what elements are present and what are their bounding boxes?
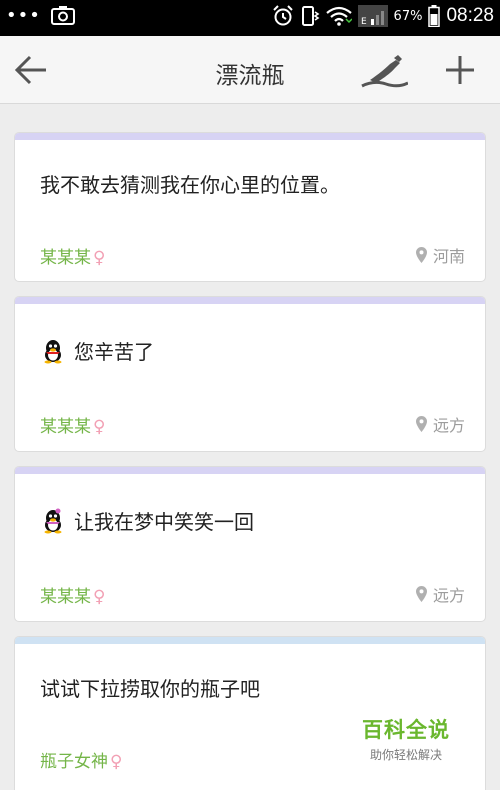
card-top-border (15, 297, 485, 304)
bottle-message-text: 我不敢去猜测我在你心里的位置。 (40, 173, 340, 197)
bottle-message-text: 让我在梦中笑笑一回 (74, 510, 254, 534)
network-type-label: E (361, 17, 367, 27)
bottle-card[interactable]: 试试下拉捞取你的瓶子吧 瓶子女神 ♀ (14, 636, 486, 790)
female-icon: ♀ (93, 417, 106, 437)
notification-dots: ••• (6, 5, 41, 26)
location-text: 远方 (432, 586, 465, 605)
alarm-icon (272, 5, 293, 26)
bottle-location: 远方 (415, 412, 465, 436)
bottle-sender[interactable]: 某某某 ♀ (40, 582, 105, 607)
status-bar: ••• E 67% 08:28 (0, 0, 500, 36)
female-icon: ♀ (110, 752, 123, 772)
screenshot-icon (50, 6, 75, 25)
location-text: 远方 (432, 416, 465, 435)
sender-name: 某某某 (40, 248, 91, 268)
page-title: 漂流瓶 (215, 63, 285, 89)
female-icon: ♀ (93, 248, 106, 268)
pick-bottle-button[interactable] (360, 52, 409, 92)
bottle-sender[interactable]: 某某某 ♀ (40, 243, 105, 268)
bottle-card[interactable]: 让我在梦中笑笑一回 某某某 ♀ 远方 (14, 466, 486, 622)
location-pin-icon (415, 416, 427, 432)
card-top-border (15, 133, 485, 140)
title-bar: 漂流瓶 (0, 36, 500, 104)
sender-name: 某某某 (40, 587, 91, 607)
location-pin-icon (415, 247, 427, 263)
pick-bottle-icon (361, 55, 409, 88)
bottle-sender[interactable]: 瓶子女神 ♀ (40, 747, 122, 772)
battery-percent: 67% (393, 8, 423, 24)
watermark-logo: 百科全说 助你轻松解决 (362, 714, 450, 763)
qq-penguin-female-avatar-icon (44, 508, 62, 533)
bottle-message-text: 您辛苦了 (74, 340, 154, 364)
plus-icon (446, 56, 474, 84)
add-bottle-button[interactable] (443, 53, 477, 87)
bottle-message: 试试下拉捞取你的瓶子吧 (40, 673, 260, 702)
signal-icon: E (357, 5, 388, 27)
bottle-location: 河南 (415, 243, 465, 267)
qq-penguin-avatar-icon (44, 339, 62, 363)
bottle-card[interactable]: 我不敢去猜测我在你心里的位置。 某某某 ♀ 河南 (14, 132, 486, 282)
vibrate-icon (301, 6, 319, 26)
sender-name: 瓶子女神 (40, 752, 108, 772)
female-icon: ♀ (93, 587, 106, 607)
location-text: 河南 (432, 247, 465, 266)
watermark-title: 百科全说 (362, 718, 450, 742)
sender-name: 某某某 (40, 417, 91, 437)
bottle-message-text: 试试下拉捞取你的瓶子吧 (40, 677, 260, 701)
wifi-icon (325, 6, 352, 26)
clock-time: 08:28 (446, 5, 494, 26)
location-pin-icon (415, 586, 427, 602)
card-top-border (15, 637, 485, 644)
bottle-card[interactable]: 您辛苦了 某某某 ♀ 远方 (14, 296, 486, 452)
watermark-subtitle: 助你轻松解决 (369, 748, 442, 762)
bottle-message: 您辛苦了 (40, 336, 154, 365)
bottle-message: 我不敢去猜测我在你心里的位置。 (40, 169, 340, 198)
bottle-sender[interactable]: 某某某 ♀ (40, 412, 105, 437)
battery-icon (428, 5, 441, 27)
bottle-location: 远方 (415, 582, 465, 606)
card-top-border (15, 467, 485, 474)
bottle-message: 让我在梦中笑笑一回 (40, 506, 254, 535)
